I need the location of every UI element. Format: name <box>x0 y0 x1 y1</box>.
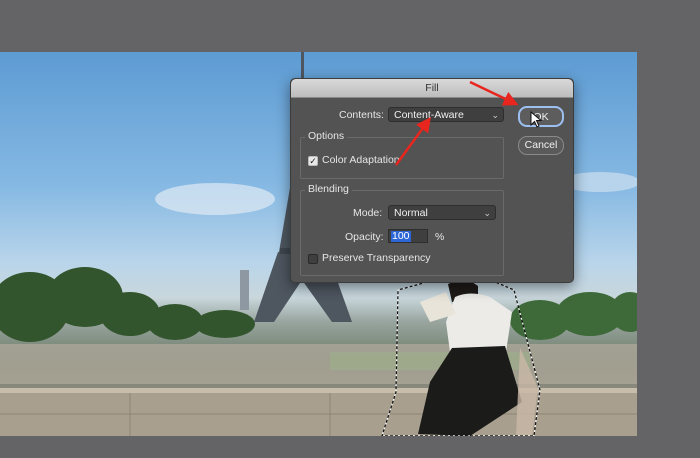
checkmark-icon: ✓ <box>309 156 317 166</box>
blending-title: Blending <box>305 183 352 195</box>
opacity-unit: % <box>435 231 445 243</box>
contents-label: Contents: <box>339 109 384 121</box>
color-adaptation-checkbox[interactable]: ✓ <box>308 156 318 166</box>
ok-button[interactable]: OK <box>518 106 564 127</box>
mode-select[interactable]: Normal ⌄ <box>388 205 496 220</box>
contents-value: Content-Aware <box>394 109 464 121</box>
preserve-transparency-checkbox[interactable] <box>308 254 318 264</box>
preserve-transparency-label: Preserve Transparency <box>322 252 431 264</box>
cancel-button[interactable]: Cancel <box>518 136 564 155</box>
dialog-title[interactable]: Fill <box>291 79 573 98</box>
blending-group: Blending Mode: Normal ⌄ Opacity: 100 % P… <box>300 183 504 276</box>
opacity-value: 100 <box>391 230 411 242</box>
mode-value: Normal <box>394 207 428 219</box>
options-title: Options <box>305 130 348 142</box>
chevron-down-icon: ⌄ <box>491 110 499 120</box>
chevron-down-icon: ⌄ <box>483 208 491 218</box>
options-group: Options ✓ Color Adaptation <box>300 130 504 179</box>
color-adaptation-label: Color Adaptation <box>322 154 400 166</box>
distant-building <box>240 270 249 310</box>
contents-select[interactable]: Content-Aware ⌄ <box>388 107 504 122</box>
mode-label: Mode: <box>353 207 383 219</box>
stone-wall <box>0 388 637 436</box>
fill-dialog: Fill Contents: Content-Aware ⌄ Options ✓… <box>290 78 574 283</box>
opacity-label: Opacity: <box>345 231 384 243</box>
trees-right <box>510 292 637 340</box>
opacity-input[interactable]: 100 <box>388 229 428 243</box>
trees-left <box>0 267 255 342</box>
